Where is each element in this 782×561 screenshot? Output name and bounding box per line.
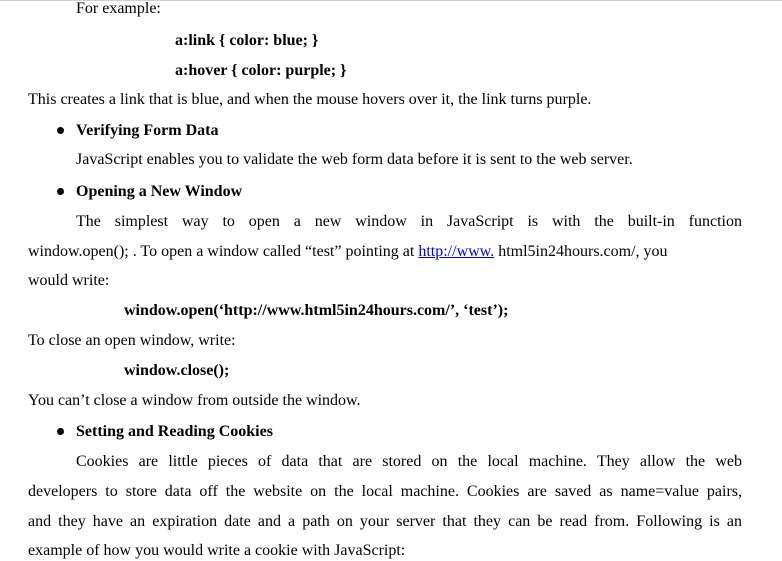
- cookies-paragraph-line-1: Cookies are little pieces of data that a…: [76, 453, 742, 470]
- window-paragraph-line-3: would write:: [28, 272, 110, 289]
- heading-verifying-form-data: Verifying Form Data: [76, 122, 219, 139]
- cookies-paragraph-line-4: example of how you would write a cookie …: [28, 542, 406, 559]
- html5-link[interactable]: http://www.: [418, 243, 494, 260]
- code-a-hover: a:hover { color: purple; }: [175, 62, 347, 79]
- cookies-paragraph-line-2: developers to store data off the website…: [28, 483, 742, 500]
- document-page: For example: a:link { color: blue; } a:h…: [0, 0, 782, 560]
- cookies-paragraph-line-3: and they have an expiration date and a p…: [28, 513, 742, 530]
- bullet-dot: [57, 188, 64, 195]
- bullet-dot: [57, 127, 64, 134]
- link-explanation: This creates a link that is blue, and wh…: [28, 91, 592, 108]
- window-paragraph-line-2: window.open(); . To open a window called…: [28, 242, 742, 262]
- close-intro-text: To close an open window, write:: [28, 332, 236, 349]
- bullet-dot: [57, 428, 64, 435]
- window-paragraph-line-1: The simplest way to open a new window in…: [76, 213, 742, 230]
- for-example-text: For example:: [76, 0, 161, 17]
- code-window-open: window.open(‘http://www.html5in24hours.c…: [124, 302, 509, 319]
- code-a-link: a:link { color: blue; }: [175, 32, 319, 49]
- heading-setting-reading-cookies: Setting and Reading Cookies: [76, 423, 273, 440]
- window-text-part-b: html5in24hours.com/, you: [494, 243, 668, 260]
- window-text-part-a: window.open(); . To open a window called…: [28, 243, 419, 260]
- form-description: JavaScript enables you to validate the w…: [76, 151, 633, 168]
- heading-opening-new-window: Opening a New Window: [76, 183, 243, 200]
- code-window-close: window.close();: [124, 362, 230, 379]
- close-note-text: You can’t close a window from outside th…: [28, 392, 361, 409]
